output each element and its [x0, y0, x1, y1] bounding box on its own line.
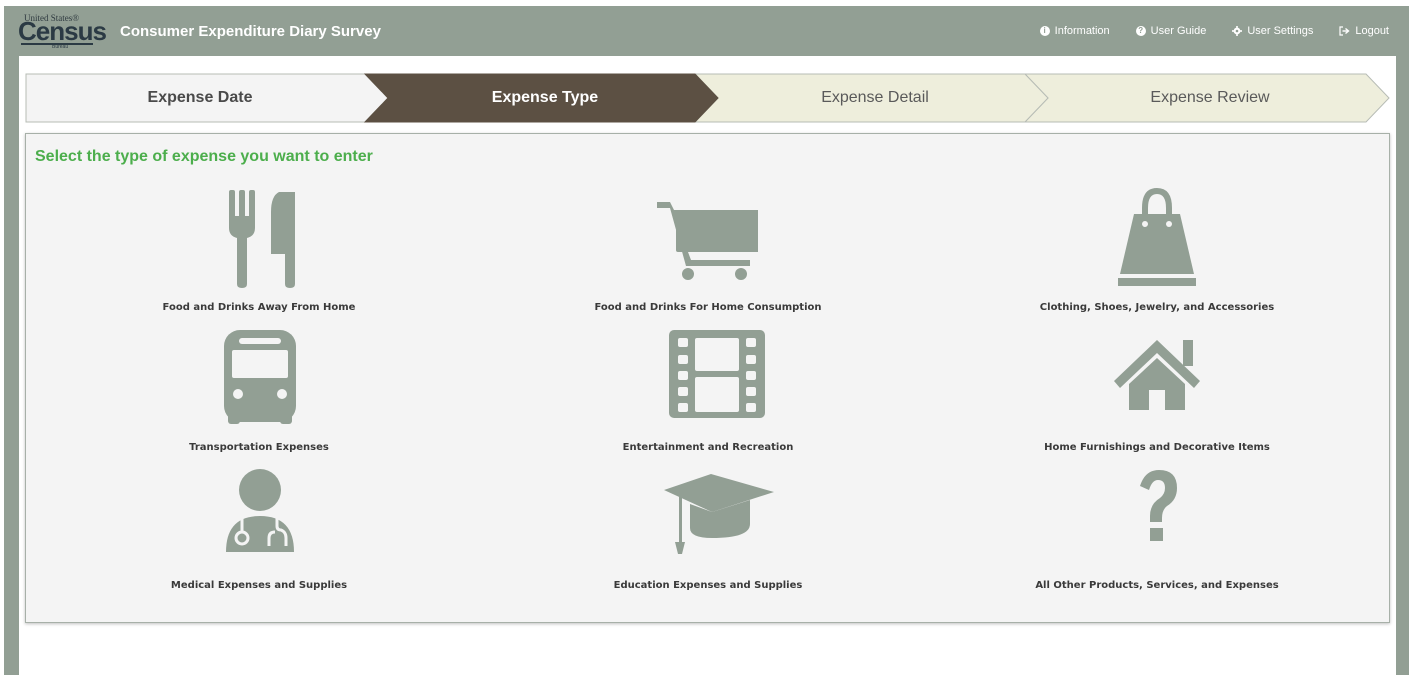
shopping-bag-icon — [1118, 188, 1196, 286]
nav-user-settings-label: User Settings — [1247, 25, 1314, 37]
doctor-icon — [226, 469, 294, 552]
tile-entertainment[interactable]: Entertainment and Recreation — [488, 326, 928, 466]
tile-food-away-label: Food and Drinks Away From Home — [162, 302, 356, 313]
tile-medical[interactable]: Medical Expenses and Supplies — [39, 466, 479, 606]
tile-other-label: All Other Products, Services, and Expens… — [1035, 580, 1279, 591]
graduation-cap-icon — [664, 474, 774, 554]
frame-left — [4, 56, 19, 675]
step-expense-review[interactable]: Expense Review — [1040, 73, 1380, 123]
step-expense-date[interactable]: Expense Date — [25, 73, 375, 123]
tile-medical-label: Medical Expenses and Supplies — [170, 580, 348, 591]
nav-user-settings[interactable]: User Settings — [1232, 25, 1313, 37]
shopping-cart-icon — [657, 202, 758, 280]
wizard-steps: Expense Date Expense Type Expense Detail… — [25, 73, 1390, 123]
tile-home-furnishings[interactable]: Home Furnishings and Decorative Items — [937, 326, 1377, 466]
tile-clothing-label: Clothing, Shoes, Jewelry, and Accessorie… — [1039, 302, 1275, 313]
nav-logout-label: Logout — [1355, 25, 1389, 37]
nav-logout[interactable]: Logout — [1339, 25, 1389, 37]
top-bar: United States® Census Bureau Consumer Ex… — [4, 6, 1409, 56]
bus-icon — [224, 330, 296, 424]
tile-clothing[interactable]: Clothing, Shoes, Jewelry, and Accessorie… — [937, 184, 1377, 324]
frame-right — [1396, 56, 1409, 675]
fork-knife-icon — [229, 190, 295, 288]
step-expense-type[interactable]: Expense Type — [380, 73, 710, 123]
home-icon — [1114, 340, 1200, 410]
film-icon — [669, 330, 765, 418]
tile-transportation-label: Transportation Expenses — [189, 442, 329, 453]
expense-type-panel: Select the type of expense you want to e… — [25, 133, 1390, 623]
question-circle-icon: ? — [1135, 26, 1146, 36]
nav-information-label: Information — [1054, 25, 1110, 37]
gear-icon — [1232, 26, 1243, 36]
top-nav: i Information ? User Guide User Settings — [1039, 25, 1389, 37]
tile-transportation[interactable]: Transportation Expenses — [39, 326, 479, 466]
tile-home-furnishings-label: Home Furnishings and Decorative Items — [1044, 442, 1270, 453]
app-title: Consumer Expenditure Diary Survey — [120, 22, 381, 40]
logo-main-text: Census — [18, 16, 107, 46]
tile-education[interactable]: Education Expenses and Supplies — [488, 466, 928, 606]
tile-entertainment-label: Entertainment and Recreation — [622, 442, 794, 453]
panel-title: Select the type of expense you want to e… — [35, 148, 373, 165]
info-circle-icon: i — [1039, 26, 1050, 36]
tile-food-away[interactable]: Food and Drinks Away From Home — [39, 184, 479, 324]
nav-user-guide-label: User Guide — [1150, 25, 1207, 37]
nav-information[interactable]: i Information — [1039, 25, 1110, 37]
tile-other[interactable]: All Other Products, Services, and Expens… — [937, 466, 1377, 606]
logo-bottom-text: Bureau — [52, 44, 69, 50]
census-logo[interactable]: United States® Census Bureau — [18, 13, 107, 50]
logout-icon — [1339, 26, 1350, 36]
step-expense-detail[interactable]: Expense Detail — [710, 73, 1040, 123]
tile-food-home[interactable]: Food and Drinks For Home Consumption — [488, 184, 928, 324]
nav-user-guide[interactable]: ? User Guide — [1135, 25, 1207, 37]
tile-education-label: Education Expenses and Supplies — [613, 580, 803, 591]
tile-food-home-label: Food and Drinks For Home Consumption — [594, 302, 822, 313]
question-mark-icon — [1140, 470, 1177, 541]
